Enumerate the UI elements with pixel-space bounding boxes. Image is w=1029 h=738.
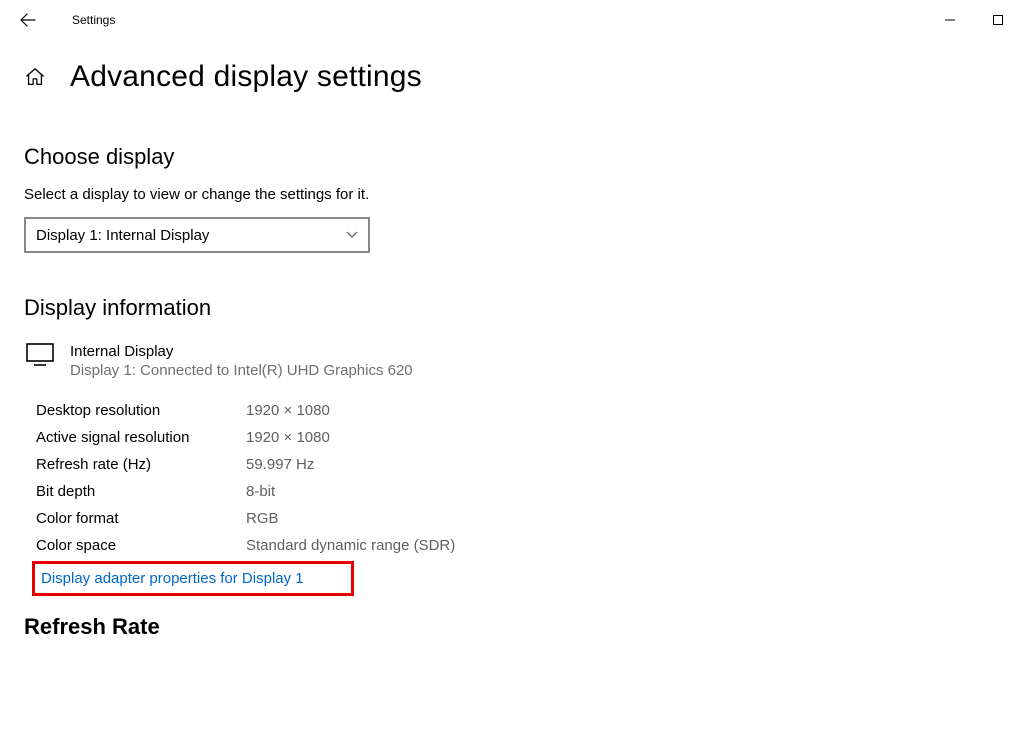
row-label: Color space: [36, 537, 246, 554]
row-label: Active signal resolution: [36, 429, 246, 446]
row-value: Standard dynamic range (SDR): [246, 537, 455, 554]
display-select-value: Display 1: Internal Display: [36, 227, 209, 244]
row-value: 8-bit: [246, 483, 275, 500]
display-adapter-link[interactable]: Display adapter properties for Display 1: [41, 568, 304, 589]
choose-display-heading: Choose display: [24, 144, 1005, 170]
minimize-icon: [945, 15, 955, 25]
display-name: Internal Display: [70, 343, 413, 360]
page-title: Advanced display settings: [70, 60, 422, 94]
choose-display-helper: Select a display to view or change the s…: [24, 186, 1005, 203]
maximize-icon: [993, 15, 1003, 25]
display-subtext: Display 1: Connected to Intel(R) UHD Gra…: [70, 362, 413, 379]
window-controls: [927, 4, 1021, 36]
row-label: Desktop resolution: [36, 402, 246, 419]
table-row: Color space Standard dynamic range (SDR): [36, 532, 1005, 559]
table-row: Active signal resolution 1920 × 1080: [36, 424, 1005, 451]
refresh-rate-heading: Refresh Rate: [24, 614, 1005, 640]
monitor-icon: [26, 343, 54, 367]
table-row: Bit depth 8-bit: [36, 478, 1005, 505]
home-button[interactable]: [24, 66, 46, 88]
table-row: Refresh rate (Hz) 59.997 Hz: [36, 451, 1005, 478]
display-select[interactable]: Display 1: Internal Display: [24, 217, 370, 253]
header-row: Advanced display settings: [0, 40, 1029, 102]
display-info-heading: Display information: [24, 295, 1005, 321]
table-row: Desktop resolution 1920 × 1080: [36, 397, 1005, 424]
minimize-button[interactable]: [927, 4, 973, 36]
row-value: RGB: [246, 510, 279, 527]
home-icon: [24, 66, 46, 88]
row-label: Bit depth: [36, 483, 246, 500]
arrow-left-icon: [20, 12, 36, 28]
row-label: Refresh rate (Hz): [36, 456, 246, 473]
back-button[interactable]: [8, 0, 48, 40]
highlight-box: Display adapter properties for Display 1: [32, 561, 354, 596]
table-row: Color format RGB: [36, 505, 1005, 532]
row-value: 1920 × 1080: [246, 429, 330, 446]
row-label: Color format: [36, 510, 246, 527]
row-value: 59.997 Hz: [246, 456, 314, 473]
info-table: Desktop resolution 1920 × 1080 Active si…: [36, 397, 1005, 559]
content: Choose display Select a display to view …: [0, 144, 1029, 640]
maximize-button[interactable]: [975, 4, 1021, 36]
display-header: Internal Display Display 1: Connected to…: [26, 343, 1005, 379]
titlebar: Settings: [0, 0, 1029, 40]
row-value: 1920 × 1080: [246, 402, 330, 419]
chevron-down-icon: [346, 228, 358, 242]
window-title: Settings: [72, 13, 115, 27]
